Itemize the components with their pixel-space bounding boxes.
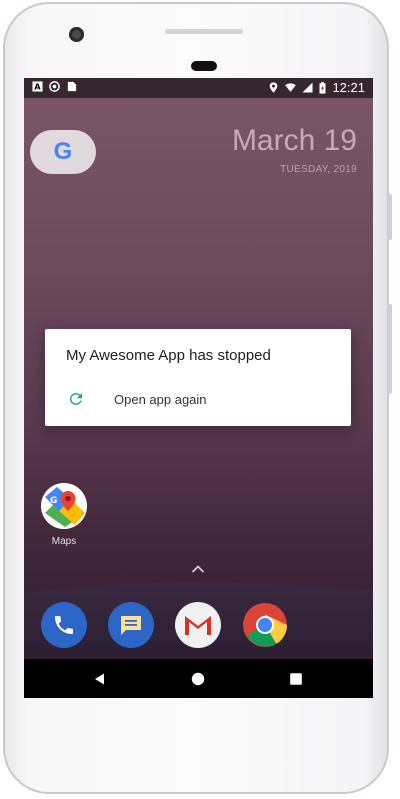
- home-icon[interactable]: [189, 670, 207, 688]
- action-label: Open app again: [114, 392, 207, 407]
- power-button: [388, 194, 392, 240]
- back-icon[interactable]: [91, 670, 109, 688]
- battery-icon: [319, 81, 326, 94]
- date-widget[interactable]: March 19: [232, 124, 357, 158]
- status-bar-right: 12:21: [268, 80, 365, 95]
- chrome-icon: [243, 603, 288, 647]
- phone-screen: A 12:21 G March 19 TUESDAY, 2019 My Awes…: [24, 78, 373, 698]
- navigation-bar: [24, 659, 373, 698]
- circle-icon: [49, 81, 60, 92]
- signal-icon: [302, 82, 313, 93]
- maps-app-icon[interactable]: G: [41, 483, 87, 529]
- front-camera: [69, 27, 84, 42]
- phone-icon: [55, 616, 73, 634]
- a-icon: A: [32, 81, 43, 92]
- open-app-again-button[interactable]: Open app again: [45, 381, 351, 419]
- location-icon: [270, 82, 278, 93]
- sim-icon: [67, 81, 77, 92]
- proximity-sensor: [191, 61, 217, 71]
- google-search-widget[interactable]: G: [30, 130, 96, 174]
- svg-text:G: G: [50, 496, 57, 506]
- wifi-icon: [285, 83, 297, 92]
- recents-icon[interactable]: [287, 670, 305, 688]
- messages-icon: [121, 616, 141, 635]
- svg-text:A: A: [34, 82, 41, 92]
- google-icon: G: [53, 138, 73, 165]
- volume-button: [388, 304, 392, 394]
- status-bar-left: A: [32, 81, 77, 92]
- status-bar: A 12:21: [24, 78, 373, 98]
- chrome-app-icon[interactable]: [242, 602, 288, 648]
- refresh-icon: [70, 393, 82, 405]
- app-dock: [24, 598, 373, 653]
- date-subtitle: TUESDAY, 2019: [280, 164, 357, 175]
- phone-app-icon[interactable]: [41, 602, 87, 648]
- gmail-app-icon[interactable]: [175, 602, 221, 648]
- maps-icon: G: [41, 483, 87, 529]
- chevron-up-icon[interactable]: [191, 564, 205, 574]
- status-time: 12:21: [332, 80, 365, 95]
- app-stopped-dialog: My Awesome App has stopped Open app agai…: [45, 329, 351, 426]
- maps-app-label: Maps: [51, 536, 77, 547]
- gmail-icon: [185, 615, 211, 635]
- messages-app-icon[interactable]: [108, 602, 154, 648]
- earpiece-speaker: [165, 29, 243, 34]
- dialog-title: My Awesome App has stopped: [66, 347, 271, 364]
